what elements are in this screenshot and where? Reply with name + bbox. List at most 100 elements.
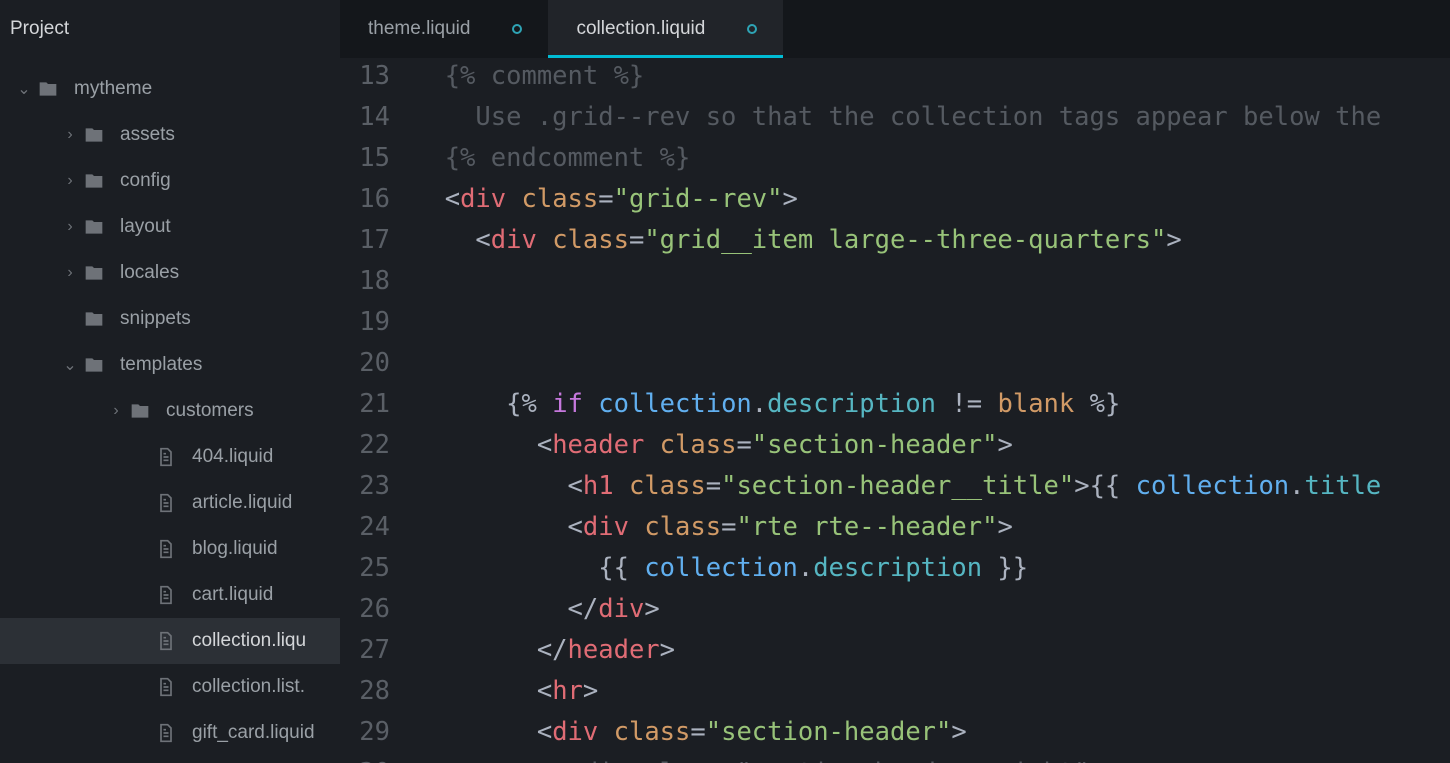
tree-folder-snippets[interactable]: › snippets <box>0 296 340 342</box>
file-label: collection.list. <box>180 676 305 698</box>
line-number: 21 <box>340 384 414 425</box>
file-icon <box>152 677 180 697</box>
code-line[interactable]: 20 <box>340 343 1450 384</box>
code-line[interactable]: 28 <hr> <box>340 671 1450 712</box>
tree-file[interactable]: article.liquid <box>0 480 340 526</box>
code-line[interactable]: 16 <div class="grid--rev"> <box>340 179 1450 220</box>
folder-icon <box>80 263 108 283</box>
code-line[interactable]: 22 <header class="section-header"> <box>340 425 1450 466</box>
chevron-right-icon: › <box>106 402 126 420</box>
line-number: 23 <box>340 466 414 507</box>
code-content: <div class="rte rte--header"> <box>414 507 1450 548</box>
code-line[interactable]: 26 </div> <box>340 589 1450 630</box>
line-number: 25 <box>340 548 414 589</box>
code-content: <div class="grid__item large--three-quar… <box>414 220 1450 261</box>
code-line[interactable]: 21 {% if collection.description != blank… <box>340 384 1450 425</box>
code-line[interactable]: 29 <div class="section-header"> <box>340 712 1450 753</box>
code-line[interactable]: 18 <box>340 261 1450 302</box>
dirty-indicator-icon <box>747 24 757 34</box>
code-line[interactable]: 13 {% comment %} <box>340 58 1450 97</box>
code-content: {{ collection.description }} <box>414 548 1450 589</box>
code-line[interactable]: 15 {% endcomment %} <box>340 138 1450 179</box>
line-number: 16 <box>340 179 414 220</box>
chevron-right-icon: › <box>60 264 80 282</box>
code-line[interactable]: 27 </header> <box>340 630 1450 671</box>
tab-label: theme.liquid <box>368 18 470 40</box>
line-number: 15 <box>340 138 414 179</box>
code-content: <h1 class="section-header__title">{{ col… <box>414 466 1450 507</box>
file-label: article.liquid <box>180 492 292 514</box>
file-icon <box>152 539 180 559</box>
code-content: </div> <box>414 589 1450 630</box>
folder-icon <box>80 171 108 191</box>
file-tree: ⌄ mytheme › assets › config › layout <box>0 58 340 756</box>
file-icon <box>152 585 180 605</box>
folder-icon <box>126 401 154 421</box>
code-line[interactable]: 24 <div class="rte rte--header"> <box>340 507 1450 548</box>
code-line[interactable]: 14 Use .grid--rev so that the collection… <box>340 97 1450 138</box>
line-number: 17 <box>340 220 414 261</box>
code-content: {% if collection.description != blank %} <box>414 384 1450 425</box>
file-label: gift_card.liquid <box>180 722 315 744</box>
line-number: 28 <box>340 671 414 712</box>
code-content <box>414 343 1450 384</box>
code-editor[interactable]: 13 {% comment %}14 Use .grid--rev so tha… <box>340 58 1450 763</box>
tree-file[interactable]: cart.liquid <box>0 572 340 618</box>
code-content: <div class="grid--rev"> <box>414 179 1450 220</box>
tree-folder-locales[interactable]: › locales <box>0 250 340 296</box>
tree-file[interactable]: gift_card.liquid <box>0 710 340 756</box>
code-content <box>414 302 1450 343</box>
tree-folder-layout[interactable]: › layout <box>0 204 340 250</box>
folder-label: layout <box>108 216 171 238</box>
line-number: 18 <box>340 261 414 302</box>
line-number: 20 <box>340 343 414 384</box>
code-content <box>414 261 1450 302</box>
folder-label: snippets <box>108 308 191 330</box>
tree-folder-customers[interactable]: › customers <box>0 388 340 434</box>
tab-bar: theme.liquid collection.liquid <box>340 0 1450 58</box>
tree-file[interactable]: 404.liquid <box>0 434 340 480</box>
line-number: 14 <box>340 97 414 138</box>
tree-folder-root[interactable]: ⌄ mytheme <box>0 66 340 112</box>
code-line[interactable]: 23 <h1 class="section-header__title">{{ … <box>340 466 1450 507</box>
dirty-indicator-icon <box>512 24 522 34</box>
code-line[interactable]: 25 {{ collection.description }} <box>340 548 1450 589</box>
line-number: 24 <box>340 507 414 548</box>
editor-tab[interactable]: collection.liquid <box>548 0 783 58</box>
line-number: 19 <box>340 302 414 343</box>
file-label: blog.liquid <box>180 538 278 560</box>
folder-label: config <box>108 170 171 192</box>
editor-pane: theme.liquid collection.liquid 13 {% comm… <box>340 0 1450 763</box>
file-icon <box>152 493 180 513</box>
line-number: 13 <box>340 58 414 97</box>
code-content: Use .grid--rev so that the collection ta… <box>414 97 1450 138</box>
line-number: 22 <box>340 425 414 466</box>
tree-file[interactable]: collection.list. <box>0 664 340 710</box>
tree-file[interactable]: blog.liquid <box>0 526 340 572</box>
code-content: </header> <box>414 630 1450 671</box>
chevron-down-icon: ⌄ <box>14 79 34 99</box>
tree-folder-templates[interactable]: ⌄ templates <box>0 342 340 388</box>
tab-label: collection.liquid <box>576 18 705 40</box>
tree-folder-config[interactable]: › config <box>0 158 340 204</box>
folder-label: templates <box>108 354 202 376</box>
folder-label: mytheme <box>62 78 152 100</box>
code-content: <hr> <box>414 671 1450 712</box>
chevron-right-icon: › <box>60 172 80 190</box>
code-line[interactable]: 19 <box>340 302 1450 343</box>
chevron-down-icon: ⌄ <box>60 355 80 375</box>
line-number: 30 <box>340 753 414 763</box>
tree-folder-assets[interactable]: › assets <box>0 112 340 158</box>
folder-icon <box>80 125 108 145</box>
folder-icon <box>80 309 108 329</box>
file-icon <box>152 447 180 467</box>
chevron-right-icon: › <box>60 126 80 144</box>
file-icon <box>152 723 180 743</box>
code-line[interactable]: 17 <div class="grid__item large--three-q… <box>340 220 1450 261</box>
folder-icon <box>80 355 108 375</box>
editor-tab[interactable]: theme.liquid <box>340 0 548 58</box>
code-line[interactable]: 30 <div class="section-header__right" <box>340 753 1450 763</box>
code-content: <div class="section-header"> <box>414 712 1450 753</box>
file-label: collection.liqu <box>180 630 306 652</box>
tree-file[interactable]: collection.liqu <box>0 618 340 664</box>
